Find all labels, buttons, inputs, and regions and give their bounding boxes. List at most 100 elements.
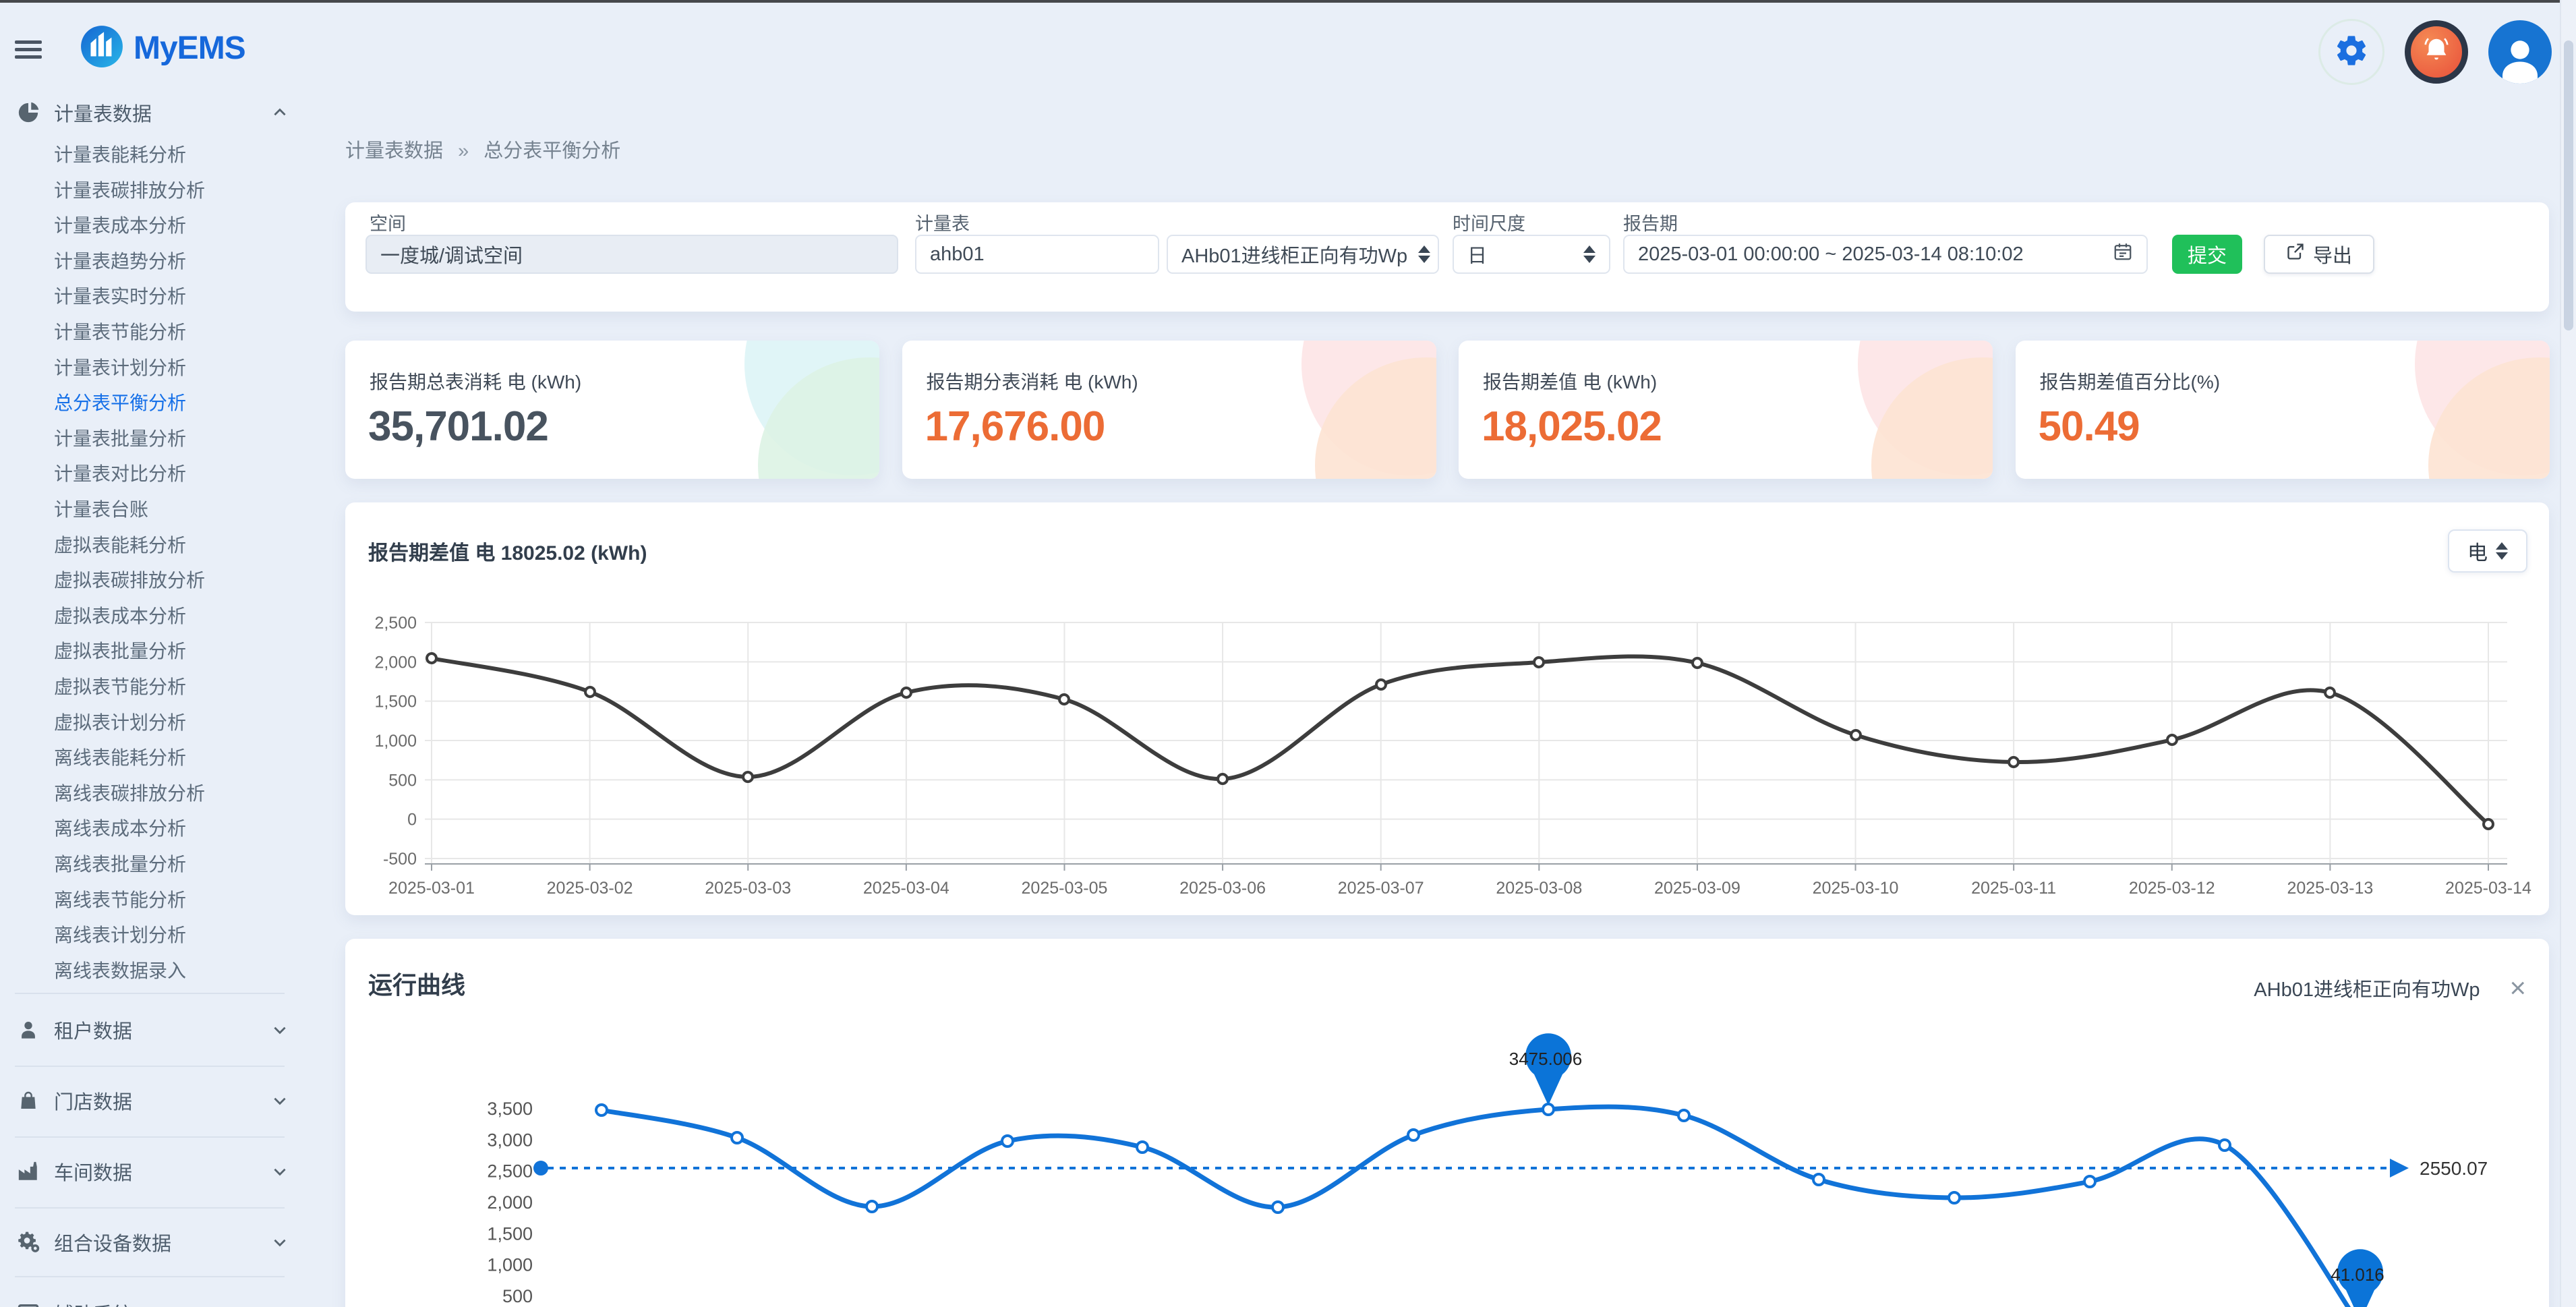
sidebar-section[interactable]: 租户数据 — [0, 1012, 330, 1048]
page-scrollbar[interactable] — [2560, 0, 2576, 1307]
balance-chart-card: 报告期差值 电 18025.02 (kWh) 电 2,5002,0001,500… — [345, 502, 2549, 915]
svg-text:3,500: 3,500 — [487, 1099, 533, 1119]
stat-card: 报告期分表消耗 电 (kWh) 17,676.00 — [902, 341, 1436, 479]
pie-chart-icon — [16, 100, 40, 125]
sidebar-section[interactable]: 计量表数据 — [0, 94, 330, 131]
sidebar-item[interactable]: 虚拟表节能分析 — [54, 668, 186, 703]
meter-input[interactable]: ahb01 — [915, 235, 1159, 274]
sidebar-item[interactable]: 虚拟表成本分析 — [54, 598, 186, 633]
chevron-up-icon — [271, 104, 289, 121]
svg-text:2,500: 2,500 — [487, 1161, 533, 1182]
settings-gear-icon — [2334, 33, 2369, 71]
calendar-icon — [2113, 241, 2133, 267]
svg-text:3475.006: 3475.006 — [1509, 1049, 1582, 1069]
factory-icon — [16, 1159, 40, 1184]
max-point-pin: 3475.006 — [1509, 1033, 1582, 1105]
shopping-bag-icon — [16, 1088, 40, 1113]
sidebar-item[interactable]: 总分表平衡分析 — [54, 384, 186, 419]
sidebar-item[interactable]: 离线表碳排放分析 — [54, 775, 205, 810]
svg-text:1,000: 1,000 — [487, 1255, 533, 1275]
svg-text:41.016: 41.016 — [2331, 1265, 2384, 1285]
sidebar-item[interactable]: 离线表成本分析 — [54, 810, 186, 845]
select-arrows-icon — [1407, 245, 1430, 263]
sidebar-item[interactable]: 虚拟表计划分析 — [54, 704, 186, 739]
sidebar-item[interactable]: 虚拟表碳排放分析 — [54, 562, 205, 597]
sidebar-divider — [15, 1207, 285, 1209]
sidebar-item[interactable]: 离线表数据录入 — [54, 952, 186, 987]
sidebar-item[interactable]: 计量表碳排放分析 — [54, 172, 205, 207]
sidebar-item[interactable]: 计量表成本分析 — [54, 207, 186, 242]
reporting-period-input[interactable]: 2025-03-01 00:00:00 ~ 2025-03-14 08:10:0… — [1623, 235, 2148, 274]
sidebar-item[interactable]: 计量表台账 — [54, 491, 148, 526]
svg-text:1,000: 1,000 — [374, 732, 417, 751]
sidebar-item[interactable]: 离线表节能分析 — [54, 881, 186, 917]
breadcrumb-separator: » — [458, 140, 469, 162]
sidebar-item[interactable]: 计量表对比分析 — [54, 455, 186, 490]
svg-text:2025-03-06: 2025-03-06 — [1179, 879, 1266, 898]
filter-panel: 空间 一度城/调试空间 计量表 ahb01 AHb01进线柜正向有功Wp 时间尺… — [345, 202, 2549, 312]
chevron-down-icon — [271, 1304, 289, 1307]
sidebar-item[interactable]: 离线表批量分析 — [54, 846, 186, 881]
trend-chart-card: 运行曲线 AHb01进线柜正向有功Wp × 3,5003,0002,5002,0… — [345, 939, 2549, 1307]
sidebar-section[interactable]: 辅助系统 — [0, 1295, 330, 1307]
stat-card-value: 17,676.00 — [925, 403, 1105, 451]
gears-icon — [16, 1230, 40, 1254]
breadcrumb-parent[interactable]: 计量表数据 — [345, 140, 443, 162]
svg-text:2025-03-03: 2025-03-03 — [705, 879, 791, 898]
sidebar-item[interactable]: 计量表趋势分析 — [54, 243, 186, 278]
sidebar-item[interactable]: 离线表计划分析 — [54, 917, 186, 952]
svg-text:2025-03-08: 2025-03-08 — [1496, 879, 1582, 898]
svg-text:1,500: 1,500 — [374, 693, 417, 711]
menu-toggle-button[interactable] — [15, 36, 45, 63]
select-arrows-icon — [1573, 245, 1596, 263]
svg-text:3,000: 3,000 — [487, 1130, 533, 1150]
svg-text:2,000: 2,000 — [374, 653, 417, 672]
export-button[interactable]: 导出 — [2264, 235, 2374, 274]
svg-text:2,000: 2,000 — [487, 1192, 533, 1213]
brand-link[interactable]: MyEMS — [80, 24, 245, 72]
stat-card-label: 报告期差值 电 (kWh) — [1483, 368, 1657, 395]
sidebar-section[interactable]: 车间数据 — [0, 1153, 330, 1190]
stat-card: 报告期差值 电 (kWh) 18,025.02 — [1459, 341, 1993, 479]
sidebar-item[interactable]: 计量表实时分析 — [54, 278, 186, 313]
stat-card: 报告期总表消耗 电 (kWh) 35,701.02 — [345, 341, 879, 479]
sidebar: 计量表数据 计量表能耗分析计量表碳排放分析计量表成本分析计量表趋势分析计量表实时… — [0, 98, 330, 1307]
svg-text:1,500: 1,500 — [487, 1223, 533, 1244]
brand-name: MyEMS — [134, 30, 245, 67]
submit-button[interactable]: 提交 — [2172, 235, 2242, 274]
meter-label: 计量表 — [915, 209, 970, 235]
meter-point-select[interactable]: AHb01进线柜正向有功Wp — [1167, 235, 1439, 274]
sidebar-divider — [15, 1276, 285, 1277]
breadcrumb-current: 总分表平衡分析 — [484, 140, 620, 162]
user-avatar[interactable] — [2488, 20, 2552, 84]
chevron-down-icon — [271, 1233, 289, 1251]
sidebar-section[interactable]: 组合设备数据 — [0, 1224, 330, 1260]
svg-text:2025-03-01: 2025-03-01 — [388, 879, 475, 898]
svg-text:2550.07: 2550.07 — [2420, 1158, 2488, 1179]
settings-button[interactable] — [2318, 19, 2384, 85]
svg-text:500: 500 — [502, 1286, 533, 1306]
topbar: MyEMS — [0, 3, 2576, 98]
sidebar-item[interactable]: 计量表节能分析 — [54, 314, 186, 349]
export-icon — [2286, 242, 2305, 266]
sidebar-divider — [15, 1136, 285, 1138]
sidebar-item[interactable]: 离线表能耗分析 — [54, 739, 186, 774]
svg-text:2025-03-14: 2025-03-14 — [2445, 879, 2531, 898]
sidebar-section[interactable]: 门店数据 — [0, 1082, 330, 1119]
sidebar-item[interactable]: 虚拟表能耗分析 — [54, 527, 186, 562]
stat-card-value: 18,025.02 — [1482, 403, 1662, 451]
period-type-select[interactable]: 日 — [1453, 235, 1610, 274]
notifications-button[interactable] — [2405, 20, 2468, 84]
svg-text:2025-03-02: 2025-03-02 — [547, 879, 633, 898]
sidebar-item[interactable]: 计量表计划分析 — [54, 349, 186, 384]
sidebar-item[interactable]: 计量表能耗分析 — [54, 136, 186, 171]
svg-text:2,500: 2,500 — [374, 614, 417, 633]
svg-text:2025-03-05: 2025-03-05 — [1022, 879, 1108, 898]
scrollbar-thumb[interactable] — [2564, 40, 2573, 330]
stat-card: 报告期差值百分比(%) 50.49 — [2016, 341, 2550, 479]
svg-text:2025-03-12: 2025-03-12 — [2129, 879, 2215, 898]
sidebar-item[interactable]: 计量表批量分析 — [54, 420, 186, 455]
sidebar-item[interactable]: 虚拟表批量分析 — [54, 633, 186, 668]
space-input[interactable]: 一度城/调试空间 — [365, 235, 898, 274]
chevron-down-icon — [271, 1163, 289, 1180]
